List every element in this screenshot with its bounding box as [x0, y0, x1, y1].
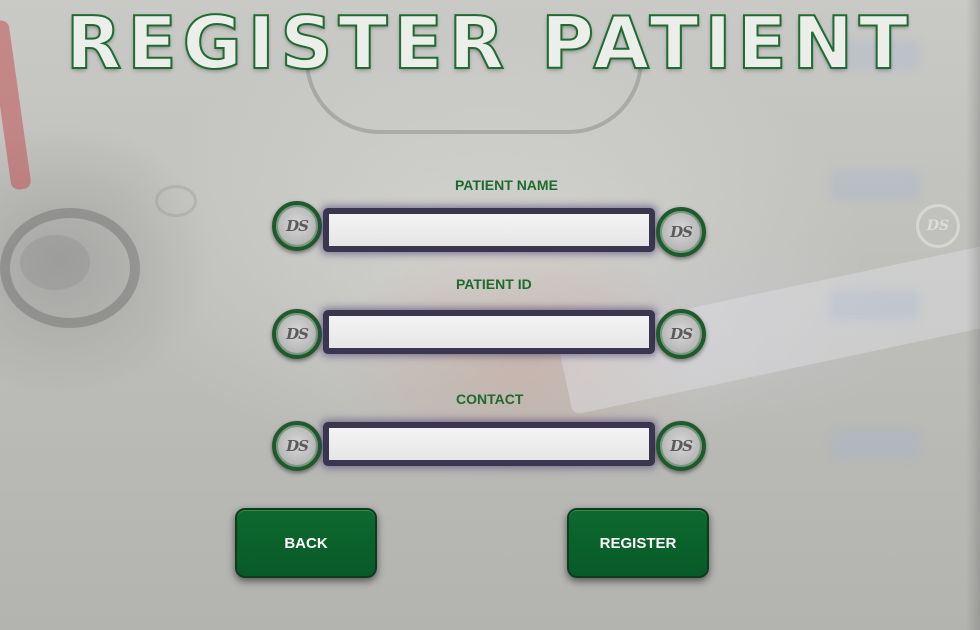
- register-button[interactable]: REGISTER: [567, 508, 709, 578]
- contact-input[interactable]: [329, 428, 649, 460]
- ds-logo-icon: DS: [656, 421, 706, 471]
- ring-shape: [155, 185, 197, 217]
- patient-id-frame: [323, 310, 655, 354]
- ds-logo-icon: DS: [272, 201, 322, 251]
- patient-name-frame: [323, 208, 655, 252]
- page-title: REGISTER PATIENT: [65, 1, 914, 85]
- blur-shape: [830, 430, 920, 460]
- ds-logo-icon: DS: [656, 309, 706, 359]
- logo-text: DS: [670, 437, 693, 455]
- edge-shadow: [966, 0, 980, 630]
- patient-name-label: PATIENT NAME: [455, 177, 558, 193]
- contact-label: CONTACT: [456, 391, 524, 407]
- patient-name-input[interactable]: [329, 214, 649, 246]
- blur-shape: [830, 170, 920, 200]
- patient-id-label: PATIENT ID: [456, 276, 532, 292]
- logo-text: DS: [286, 437, 309, 455]
- ds-logo-icon: DS: [656, 207, 706, 257]
- patient-id-input[interactable]: [329, 316, 649, 348]
- contact-frame: [323, 422, 655, 466]
- logo-text: DS: [286, 217, 309, 235]
- back-button[interactable]: BACK: [235, 508, 377, 578]
- ds-logo-icon: DS: [272, 309, 322, 359]
- logo-text: DS: [670, 223, 693, 241]
- blur-shape: [830, 290, 920, 320]
- logo-text: DS: [670, 325, 693, 343]
- logo-text: DS: [286, 325, 309, 343]
- ds-logo-icon: DS: [272, 421, 322, 471]
- stethoscope-chestpiece: [20, 235, 90, 290]
- ds-logo-icon: DS: [916, 204, 960, 248]
- logo-text: DS: [926, 218, 950, 234]
